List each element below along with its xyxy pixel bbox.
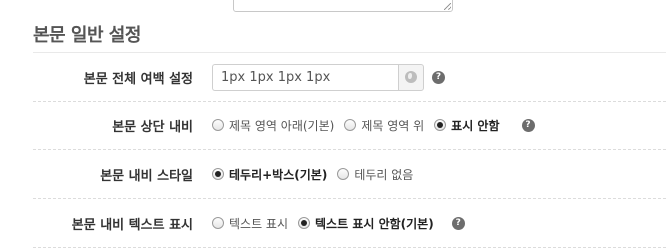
radio-button-selected[interactable] [298,217,311,229]
radio-option[interactable]: 제목 영역 위 [344,117,424,134]
setting-label: 본문 내비 스타일 [100,168,193,184]
radio-button[interactable] [337,168,350,180]
body-margin-input[interactable] [212,63,398,91]
resize-grip-icon[interactable] [444,3,451,10]
radio-button[interactable] [212,217,224,229]
radio-option[interactable]: 텍스트 표시 [212,215,288,232]
setting-row-nav-style: 본문 내비 스타일 테두리+박스(기본) 테두리 없음 [33,150,666,199]
radio-option[interactable]: 텍스트 표시 안함(기본) [298,215,434,232]
radio-label: 테두리 없음 [354,167,414,182]
globe-icon [405,71,417,83]
radio-label: 텍스트 표시 안함(기본) [315,216,434,231]
globe-button[interactable] [398,63,424,91]
radio-button-selected[interactable] [434,119,447,131]
help-icon[interactable]: ? [432,70,445,84]
margin-field: ? [212,63,445,91]
section-title: 본문 일반 설정 [33,25,141,46]
radio-label: 제목 영역 아래(기본) [229,118,335,133]
radio-label: 텍스트 표시 [229,216,289,231]
textarea-field[interactable] [233,0,453,12]
radio-option[interactable]: 테두리 없음 [337,166,413,183]
setting-row-top-nav: 본문 상단 내비 제목 영역 아래(기본) 제목 영역 위 표시 안함 ? [33,101,666,150]
radio-option[interactable]: 테두리+박스(기본) [212,166,327,183]
radio-option[interactable]: 표시 안함 [434,117,500,134]
help-icon[interactable]: ? [521,118,535,132]
help-icon[interactable]: ? [451,216,465,230]
radio-label: 제목 영역 위 [361,118,425,133]
radio-option[interactable]: 제목 영역 아래(기본) [212,117,334,134]
setting-row-body-margin: 본문 전체 여백 설정 ? [33,52,666,102]
setting-row-nav-text: 본문 내비 텍스트 표시 텍스트 표시 텍스트 표시 안함(기본) ? [33,199,666,248]
radio-label: 표시 안함 [451,118,500,133]
radio-button[interactable] [212,119,224,131]
setting-label: 본문 상단 내비 [112,119,193,135]
radio-button[interactable] [344,119,357,131]
setting-label: 본문 내비 텍스트 표시 [71,217,193,233]
setting-label: 본문 전체 여백 설정 [83,71,193,87]
radio-button-selected[interactable] [212,168,224,180]
radio-label: 테두리+박스(기본) [229,167,328,182]
